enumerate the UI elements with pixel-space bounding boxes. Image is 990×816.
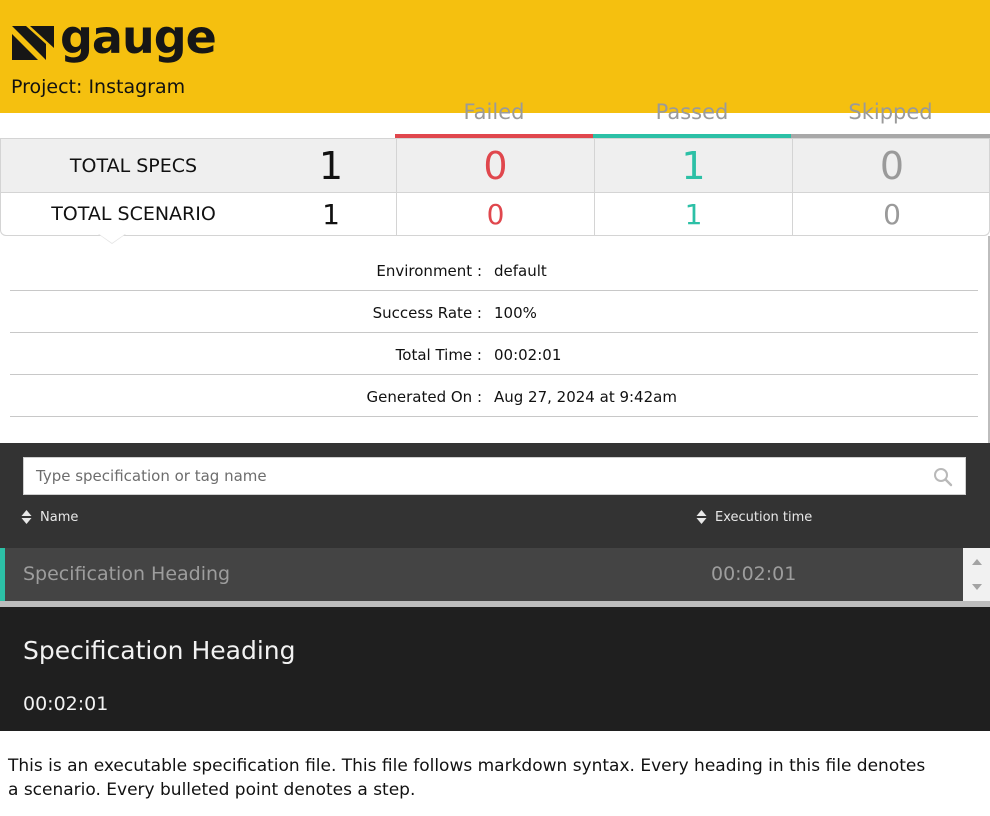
info-key: Total Time :	[395, 346, 482, 364]
spec-list-item-time: 00:02:01	[711, 563, 797, 585]
spec-status-indicator	[0, 548, 5, 601]
scroll-down-arrow-icon[interactable]	[972, 584, 982, 590]
total-scenario-row[interactable]: TOTAL SCENARIO 1 0 1 0	[0, 193, 990, 236]
sort-by-name-header[interactable]: Name	[21, 509, 78, 525]
spec-list-scrollbar[interactable]	[963, 548, 990, 601]
spec-detail-time: 00:02:01	[23, 693, 109, 715]
skipped-specs-count[interactable]: 0	[792, 139, 990, 192]
info-key: Success Rate :	[372, 304, 482, 322]
info-key: Generated On :	[366, 388, 482, 406]
search-input[interactable]: Type specification or tag name	[36, 467, 267, 485]
spec-detail-header	[0, 607, 990, 731]
info-value: default	[494, 262, 547, 280]
sort-by-execution-time-header[interactable]: Execution time	[696, 509, 812, 525]
info-row-success-rate: Success Rate : 100%	[10, 291, 978, 333]
spec-list-item-name[interactable]: Specification Heading	[23, 563, 230, 585]
info-key: Environment :	[376, 262, 482, 280]
failed-scenario-count[interactable]: 0	[396, 193, 594, 235]
spec-description: This is an executable specification file…	[8, 756, 926, 800]
total-specs-label: TOTAL SPECS	[69, 154, 198, 177]
info-row-generated-on: Generated On : Aug 27, 2024 at 9:42am	[10, 375, 978, 417]
passed-status-bar	[593, 134, 791, 138]
passed-scenario-count[interactable]: 1	[594, 193, 792, 235]
search-box[interactable]: Type specification or tag name	[23, 457, 966, 495]
info-row-total-time: Total Time : 00:02:01	[10, 333, 978, 375]
sort-icon	[696, 510, 707, 524]
execution-time-column-label: Execution time	[715, 509, 813, 525]
scroll-up-arrow-icon[interactable]	[972, 559, 982, 565]
name-column-label: Name	[40, 509, 79, 525]
info-row-environment: Environment : default	[10, 249, 978, 291]
gauge-logo[interactable]: gauge	[10, 14, 217, 68]
total-scenario-label: TOTAL SCENARIO	[51, 203, 216, 225]
failed-specs-count[interactable]: 0	[396, 139, 594, 192]
project-name: Project: Instagram	[11, 76, 186, 98]
search-icon[interactable]	[933, 467, 953, 487]
skipped-scenario-count[interactable]: 0	[792, 193, 990, 235]
total-specs-row[interactable]: TOTAL SPECS 1 0 1 0	[0, 138, 990, 193]
skipped-status-bar	[791, 134, 990, 138]
info-value: 100%	[494, 304, 537, 322]
info-value: 00:02:01	[494, 346, 562, 364]
passed-heading: Passed	[655, 100, 729, 124]
skipped-heading: Skipped	[848, 100, 933, 124]
failed-status-bar	[395, 134, 593, 138]
passed-specs-count[interactable]: 1	[594, 139, 792, 192]
failed-heading: Failed	[463, 100, 525, 124]
sort-icon	[21, 510, 32, 524]
gauge-logo-icon	[12, 26, 54, 60]
total-scenario-count: 1	[322, 197, 340, 231]
info-value: Aug 27, 2024 at 9:42am	[494, 388, 677, 406]
total-specs-count: 1	[318, 143, 344, 188]
brand-name: gauge	[60, 10, 217, 64]
spec-detail-title: Specification Heading	[23, 636, 296, 665]
selection-pointer-fill	[99, 234, 125, 243]
